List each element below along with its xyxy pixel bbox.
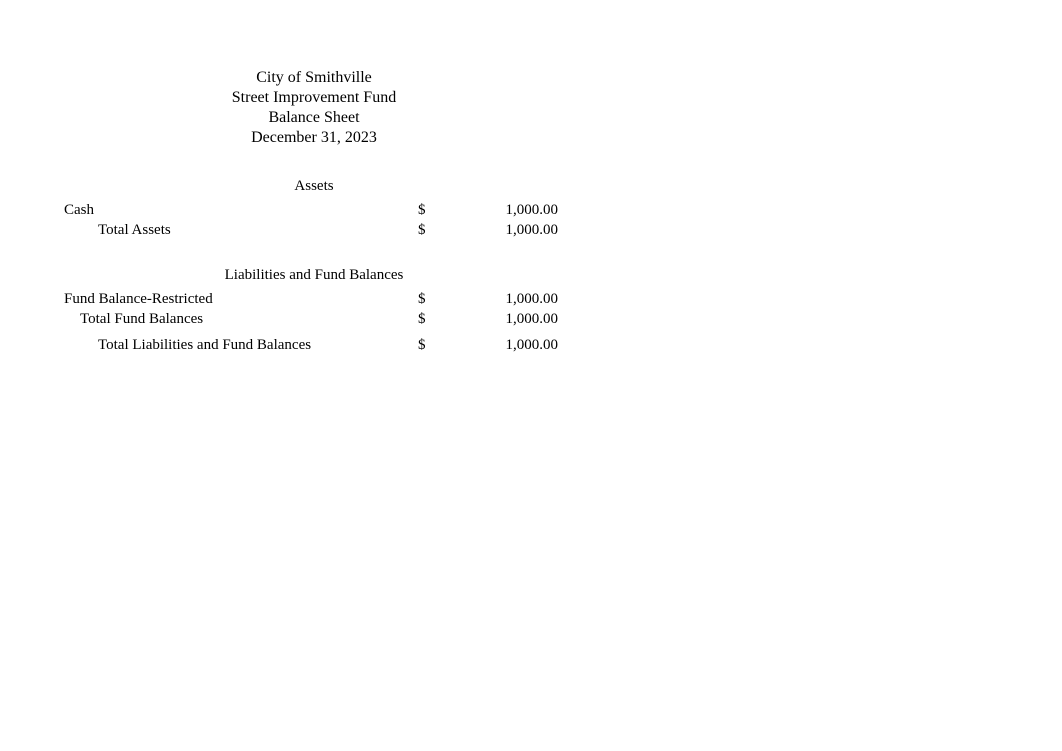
header-entity: City of Smithville <box>64 68 564 88</box>
section-spacer <box>64 241 564 267</box>
row-value: 1,000.00 <box>458 201 558 220</box>
row-label: Fund Balance-Restricted <box>64 290 418 309</box>
balance-sheet-document: City of Smithville Street Improvement Fu… <box>64 68 564 356</box>
liabilities-row-fund-balance: Fund Balance-Restricted $ 1,000.00 <box>64 290 564 309</box>
row-label: Cash <box>64 201 418 220</box>
row-currency: $ <box>418 201 458 220</box>
document-header: City of Smithville Street Improvement Fu… <box>64 68 564 148</box>
row-currency: $ <box>418 290 458 309</box>
header-statement-type: Balance Sheet <box>64 108 564 128</box>
liabilities-section-title: Liabilities and Fund Balances <box>64 267 564 284</box>
row-value: 1,000.00 <box>458 336 558 355</box>
row-label: Total Assets <box>64 221 418 240</box>
row-value: 1,000.00 <box>458 310 558 329</box>
assets-row-total: Total Assets $ 1,000.00 <box>64 221 564 240</box>
row-label: Total Liabilities and Fund Balances <box>64 336 418 355</box>
row-value: 1,000.00 <box>458 221 558 240</box>
row-label: Total Fund Balances <box>64 310 418 329</box>
header-fund: Street Improvement Fund <box>64 88 564 108</box>
assets-section-title: Assets <box>64 178 564 195</box>
assets-row-cash: Cash $ 1,000.00 <box>64 201 564 220</box>
liabilities-row-total: Total Liabilities and Fund Balances $ 1,… <box>64 336 564 355</box>
row-currency: $ <box>418 310 458 329</box>
header-date: December 31, 2023 <box>64 128 564 148</box>
row-currency: $ <box>418 221 458 240</box>
liabilities-row-total-fund-balances: Total Fund Balances $ 1,000.00 <box>64 310 564 329</box>
row-currency: $ <box>418 336 458 355</box>
row-value: 1,000.00 <box>458 290 558 309</box>
